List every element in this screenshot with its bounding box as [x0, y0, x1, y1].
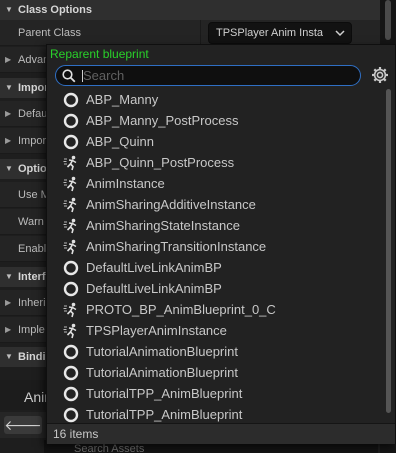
search-icon [62, 69, 76, 83]
search-placeholder: Search [83, 68, 125, 83]
blueprint-circle-icon [63, 407, 79, 423]
class-list-item[interactable]: ABP_Quinn [51, 131, 381, 152]
class-name: TutorialTPP_AnimBlueprint [86, 386, 243, 401]
class-list-item[interactable]: DefaultLiveLinkAnimBP [51, 278, 381, 299]
class-name: DefaultLiveLinkAnimBP [86, 260, 222, 275]
column-divider [200, 20, 201, 46]
class-name: PROTO_BP_AnimBlueprint_0_C [86, 302, 276, 317]
class-list-item[interactable]: PROTO_BP_AnimBlueprint_0_C [51, 299, 381, 320]
class-name: TutorialAnimationBlueprint [86, 344, 238, 359]
blueprint-circle-icon [63, 281, 79, 297]
item-count: 16 items [53, 427, 99, 441]
class-list: ABP_Manny ABP_Manny_PostProcess ABP_Quinn A… [51, 89, 385, 423]
class-list-item[interactable]: TutorialTPP_AnimBlueprint [51, 383, 381, 404]
class-name: ABP_Manny_PostProcess [86, 113, 239, 128]
property-label: Use M [18, 189, 50, 201]
class-list-item[interactable]: ABP_Quinn_PostProcess [51, 152, 381, 173]
category-label: Class Options [18, 4, 92, 16]
class-search-input[interactable]: Search [55, 65, 361, 86]
class-name: AnimSharingAdditiveInstance [86, 197, 256, 212]
class-name: AnimInstance [86, 176, 165, 191]
anim-instance-icon [63, 176, 79, 192]
property-label: Warn [18, 216, 44, 228]
list-scrollbar[interactable] [385, 89, 393, 423]
gear-icon[interactable] [371, 66, 389, 84]
property-label: Imple [18, 324, 45, 336]
blueprint-circle-icon [63, 134, 79, 150]
class-list-item[interactable]: AnimSharingTransitionInstance [51, 236, 381, 257]
property-label: Impor [18, 135, 47, 147]
expand-caret-icon: ▶ [5, 298, 12, 307]
class-name: TutorialAnimationBlueprint [86, 365, 238, 380]
collapse-caret-icon: ▼ [5, 83, 13, 92]
anim-instance-icon [63, 218, 79, 234]
collapse-caret-icon: ▼ [5, 352, 13, 361]
blueprint-circle-icon [63, 344, 79, 360]
class-name: DefaultLiveLinkAnimBP [86, 281, 222, 296]
parent-class-value: TPSPlayer Anim Insta [216, 27, 323, 39]
property-label: Parent Class [18, 27, 81, 39]
popup-title: Reparent blueprint [50, 47, 149, 61]
class-list-item[interactable]: AnimInstance [51, 173, 381, 194]
class-name: TPSPlayerAnimInstance [86, 323, 227, 338]
class-name: ABP_Quinn [86, 134, 154, 149]
class-list-item[interactable]: TutorialAnimationBlueprint [51, 362, 381, 383]
back-arrow-icon[interactable]: 🡐 [4, 416, 42, 434]
reparent-blueprint-popup: Reparent blueprint Search ABP_Manny ABP_M… [46, 44, 396, 444]
anim-instance-icon [63, 197, 79, 213]
category-label: Optio [18, 163, 47, 175]
list-footer: 16 items [47, 423, 395, 444]
anim-instance-icon [63, 155, 79, 171]
collapse-caret-icon: ▼ [5, 164, 13, 173]
class-name: TutorialTPP_AnimBlueprint [86, 407, 243, 422]
property-label: Advan [18, 54, 50, 66]
property-label: Enabl [18, 243, 47, 255]
class-list-item[interactable]: AnimSharingStateInstance [51, 215, 381, 236]
collapse-caret-icon: ▼ [5, 272, 13, 281]
class-name: ABP_Manny [86, 92, 159, 107]
class-name: AnimSharingStateInstance [86, 218, 240, 233]
class-list-item[interactable]: TPSPlayerAnimInstance [51, 320, 381, 341]
blueprint-circle-icon [63, 386, 79, 402]
blueprint-circle-icon [63, 365, 79, 381]
expand-caret-icon: ▶ [5, 109, 12, 118]
property-label: Inheri [18, 297, 46, 309]
class-name: AnimSharingTransitionInstance [86, 239, 267, 254]
category-label: Interf [18, 271, 46, 283]
scrollbar-thumb[interactable] [386, 89, 391, 413]
category-class-options[interactable]: ▼ Class Options [0, 0, 380, 20]
collapse-caret-icon: ▼ [5, 5, 13, 14]
class-list-item[interactable]: TutorialAnimationBlueprint [51, 341, 381, 362]
expand-caret-icon: ▶ [5, 325, 12, 334]
blueprint-circle-icon [63, 113, 79, 129]
blueprint-circle-icon [63, 92, 79, 108]
class-list-item[interactable]: ABP_Manny [51, 89, 381, 110]
anim-instance-icon [63, 239, 79, 255]
anim-instance-icon [63, 323, 79, 339]
blueprint-circle-icon [63, 260, 79, 276]
property-label: Defau [18, 108, 48, 120]
class-name: ABP_Quinn_PostProcess [86, 155, 235, 170]
scrollbar-thumb[interactable] [385, 0, 391, 40]
expand-caret-icon: ▶ [5, 55, 12, 64]
class-list-item[interactable]: ABP_Manny_PostProcess [51, 110, 381, 131]
anim-instance-icon [63, 302, 79, 318]
class-list-item[interactable]: AnimSharingAdditiveInstance [51, 194, 381, 215]
class-list-item[interactable]: TutorialTPP_AnimBlueprint [51, 404, 381, 423]
class-list-item[interactable]: DefaultLiveLinkAnimBP [51, 257, 381, 278]
category-label: Impor [18, 82, 49, 94]
parent-class-combo[interactable]: TPSPlayer Anim Insta [208, 22, 352, 44]
expand-caret-icon: ▶ [5, 136, 12, 145]
